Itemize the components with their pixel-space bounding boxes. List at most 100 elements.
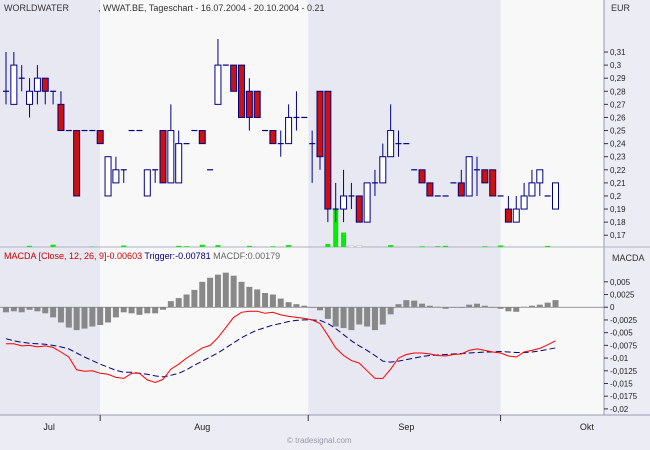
- macd-tick-label: -0,01: [610, 354, 629, 363]
- candle-body: [253, 90, 261, 118]
- macd-histogram-bar: [497, 307, 504, 309]
- macd-legend-value: MACDA [Close, 12, 26, 9]-0.00603: [4, 251, 143, 261]
- macd-histogram-bar: [309, 307, 316, 308]
- macd-histogram-bar: [152, 307, 159, 314]
- macd-histogram-bar: [395, 304, 402, 308]
- macd-tick-label: 0: [610, 303, 615, 312]
- volume-bar: [545, 245, 551, 247]
- macd-histogram-bar: [222, 272, 229, 308]
- candle-body: [167, 130, 175, 184]
- macd-histogram-bar: [379, 307, 386, 325]
- volume-bar: [443, 245, 449, 247]
- macd-histogram-bar: [285, 302, 292, 308]
- price-tick-label: 0,3: [610, 61, 622, 70]
- macd-tick-label: -0,005: [610, 329, 633, 338]
- macd-histogram-bar: [238, 281, 245, 308]
- macd-month-band: [500, 247, 604, 415]
- macd-histogram-bar: [356, 307, 363, 325]
- macd-histogram-bar: [277, 298, 284, 308]
- price-tick-label: 0,18: [610, 218, 626, 227]
- candle-body: [528, 182, 536, 197]
- volume-bar: [348, 245, 355, 248]
- candle-body: [57, 103, 65, 132]
- macd-histogram-bar: [403, 300, 410, 308]
- candle-body: [214, 64, 222, 105]
- macd-tick-label: 0,0025: [610, 291, 635, 300]
- macd-histogram-bar: [207, 277, 214, 308]
- macd-tick-label: -0,0175: [610, 392, 638, 401]
- macd-histogram-bar: [26, 307, 33, 310]
- macd-histogram-bar: [183, 294, 190, 308]
- price-tick-label: 0,2: [610, 192, 622, 201]
- macd-histogram-bar: [175, 298, 182, 308]
- price-tick-label: 0,29: [610, 74, 626, 83]
- candle-body: [355, 195, 363, 223]
- volume-bar: [482, 246, 488, 247]
- volume-bar: [286, 245, 292, 247]
- macd-histogram-bar: [332, 307, 339, 327]
- macd-histogram-bar: [34, 307, 41, 312]
- candle-body: [41, 77, 49, 92]
- macd-tick-label: -0,0075: [610, 341, 638, 350]
- volume-bar: [270, 246, 276, 247]
- candle-body: [426, 182, 434, 197]
- tradesignal-credit: © tradesignal.com: [287, 436, 352, 445]
- volume-bar: [435, 246, 441, 247]
- macd-histogram-bar: [81, 307, 88, 329]
- candle-body: [457, 182, 465, 197]
- macd-histogram-bar: [434, 306, 441, 308]
- candle-body: [418, 169, 426, 184]
- month-label: Okt: [580, 422, 595, 432]
- candle-body: [379, 156, 387, 184]
- macd-histogram-bar: [136, 307, 143, 315]
- currency-label: EUR: [611, 3, 631, 13]
- macd-histogram-bar: [489, 307, 496, 308]
- candle-body: [363, 182, 371, 223]
- price-tick-label: 0,19: [610, 205, 626, 214]
- price-tick-label: 0,25: [610, 127, 626, 136]
- macd-month-band: [308, 247, 501, 415]
- volume-bar: [356, 245, 362, 248]
- candle-body: [552, 182, 559, 210]
- macd-histogram-bar: [199, 281, 206, 308]
- candle-body: [504, 208, 512, 223]
- macd-histogram-bar: [317, 307, 323, 311]
- candle-body: [175, 143, 183, 184]
- macd-histogram-bar: [528, 305, 535, 308]
- macd-histogram-bar: [57, 307, 64, 323]
- chart-info: , WWAT.BE, Tageschart - 16.07.2004 - 20.…: [98, 3, 325, 13]
- volume-bar: [364, 245, 370, 248]
- macd-histogram-bar: [419, 303, 426, 308]
- macd-tick-label: -0,0025: [610, 316, 638, 325]
- price-tick-label: 0,17: [610, 231, 626, 240]
- price-tick-label: 0,21: [610, 179, 626, 188]
- volume-bar: [325, 243, 331, 247]
- macd-legend: MACDA [Close, 12, 26, 9]-0.00603 Trigger…: [4, 251, 280, 261]
- macd-histogram-bar: [536, 304, 543, 308]
- macd-histogram-bar: [3, 307, 9, 313]
- candle-body: [230, 64, 238, 92]
- macd-histogram-bar: [301, 305, 308, 308]
- macd-histogram-bar: [167, 301, 174, 308]
- price-tick-label: 0,22: [610, 166, 626, 175]
- macdf-legend-value: MACDF:0.00179: [213, 251, 281, 261]
- price-tick-label: 0,27: [610, 100, 626, 109]
- macd-histogram-bar: [450, 307, 457, 308]
- candle-body: [112, 169, 120, 184]
- candle-body: [465, 156, 473, 197]
- symbol-title: WORLDWATER: [4, 3, 69, 13]
- candle-body: [198, 130, 206, 145]
- price-tick-label: 0,23: [610, 153, 626, 162]
- macd-histogram-bar: [144, 307, 151, 314]
- macd-histogram-bar: [544, 302, 551, 308]
- volume-bar: [372, 245, 378, 248]
- macd-histogram-bar: [505, 307, 512, 312]
- macd-histogram-bar: [474, 303, 480, 308]
- candle-body: [245, 90, 253, 118]
- macd-histogram-bar: [411, 300, 418, 308]
- candle-body: [387, 130, 395, 158]
- macd-histogram-bar: [364, 307, 371, 327]
- candle-body: [238, 64, 245, 118]
- candle-body: [73, 130, 81, 197]
- price-tick-label: 0,24: [610, 140, 626, 149]
